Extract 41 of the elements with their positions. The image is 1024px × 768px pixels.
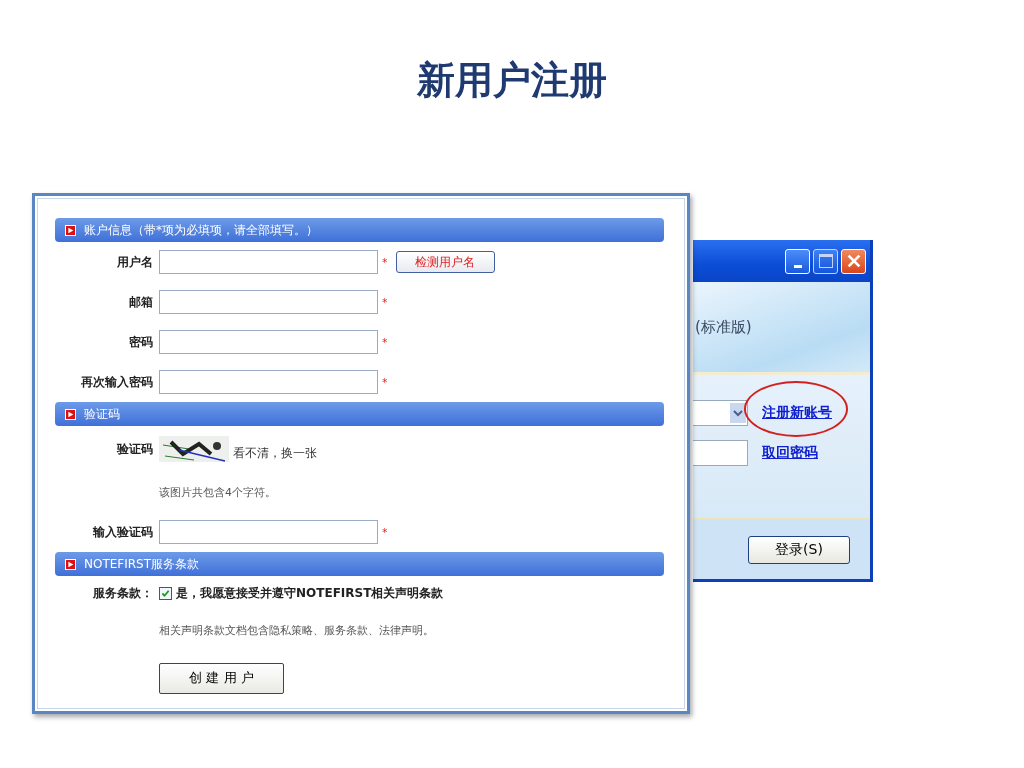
field-label: 再次输入密码 <box>80 373 154 391</box>
field-label: 用户名 <box>116 253 154 271</box>
terms-agreement-text: 是，我愿意接受并遵守NOTEFIRST相关声明条款 <box>176 584 444 602</box>
field-label: 密码 <box>128 333 154 351</box>
text-field[interactable] <box>159 370 378 394</box>
field-label: 服务条款： <box>92 584 154 602</box>
checkbox[interactable] <box>159 586 172 600</box>
refresh-captcha-link[interactable]: 看不清，换一张 <box>233 445 317 462</box>
recover-password-link[interactable]: 取回密码 <box>762 444 818 462</box>
text-field[interactable] <box>159 250 378 274</box>
check-username-button[interactable]: 检测用户名 <box>395 251 495 273</box>
slide-title: 新用户注册 <box>417 57 607 104</box>
login-button[interactable]: 登录(S) <box>748 535 850 564</box>
maximize-button[interactable] <box>813 248 838 274</box>
text-field[interactable] <box>159 330 378 354</box>
minimize-button[interactable] <box>785 248 810 274</box>
play-icon <box>65 224 76 236</box>
text-field[interactable] <box>159 290 378 314</box>
required-mark: * <box>382 255 388 269</box>
play-icon <box>65 408 76 420</box>
create-user-button[interactable]: 创 建 用 户 <box>159 662 284 694</box>
required-mark: * <box>382 375 388 389</box>
play-icon <box>65 558 76 570</box>
required-mark: * <box>382 295 388 309</box>
required-mark: * <box>382 335 388 349</box>
hint-text: 相关声明条款文档包含隐私策略、服务条款、法律声明。 <box>159 622 434 638</box>
password-field[interactable] <box>693 440 748 466</box>
chevron-icon <box>730 403 746 423</box>
hint-text: 该图片共包含4个字符。 <box>159 484 276 500</box>
section-title: NOTEFIRST服务条款 <box>84 555 200 573</box>
account-dropdown[interactable] <box>693 400 748 426</box>
field-label: 输入验证码 <box>91 523 154 541</box>
field-label: 验证码 <box>115 440 154 458</box>
close-button[interactable] <box>841 248 866 274</box>
section-title: 账户信息（带*项为必填项，请全部填写。） <box>84 221 318 239</box>
required-mark: * <box>382 525 388 539</box>
section-title: 验证码 <box>84 405 120 423</box>
edition-label: (标准版) <box>694 317 752 337</box>
field-label: 邮箱 <box>128 293 154 311</box>
register-link[interactable]: 注册新账号 <box>762 404 832 422</box>
text-field[interactable] <box>159 520 378 544</box>
